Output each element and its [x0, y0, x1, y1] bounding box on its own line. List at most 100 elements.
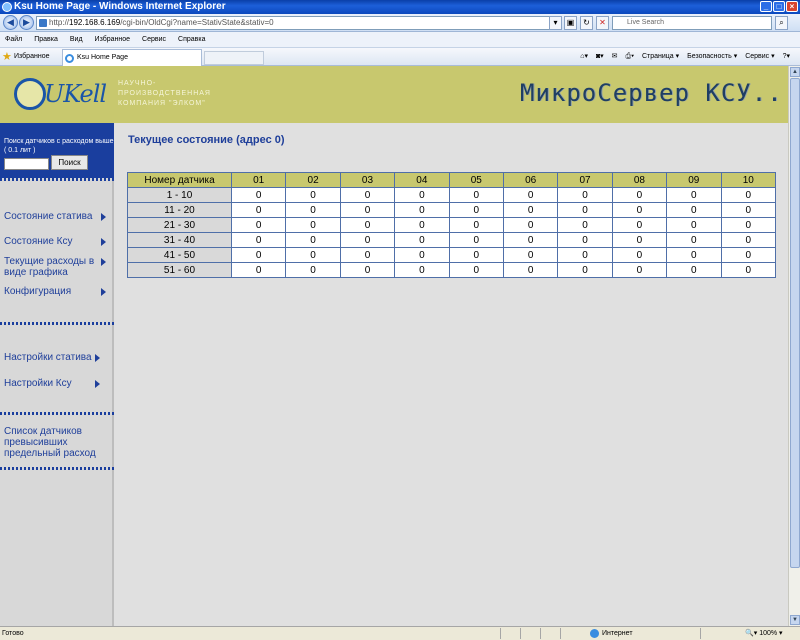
- table-cell: 0: [448, 262, 504, 278]
- row-header: 51 - 60: [127, 262, 232, 278]
- sidebar-item-configuration[interactable]: Конфигурация: [4, 286, 110, 297]
- table-cell: 0: [448, 217, 504, 233]
- table-cell: 0: [557, 232, 613, 248]
- stop-icon[interactable]: ✕: [596, 16, 609, 30]
- company-line: компания "элком": [118, 100, 206, 107]
- compat-view-icon[interactable]: ▣: [564, 16, 577, 30]
- divider: [500, 628, 501, 639]
- divider: [0, 322, 114, 325]
- table-cell: 0: [285, 247, 341, 263]
- table-cell: 0: [285, 187, 341, 203]
- sidebar-item-ksu-settings[interactable]: Настройки Ксу: [4, 378, 110, 389]
- table-row: 11 - 20 0 0 0 0 0 0 0 0 0 0: [127, 202, 777, 218]
- divider: [560, 628, 561, 639]
- home-icon[interactable]: ⌂▾: [580, 53, 588, 60]
- table-row: 21 - 30 0 0 0 0 0 0 0 0 0 0: [127, 217, 777, 233]
- divider: [0, 178, 114, 181]
- live-search-input[interactable]: Live Search: [612, 16, 772, 30]
- menu-edit[interactable]: Правка: [34, 36, 58, 43]
- sidebar-item-flow-graph[interactable]: Текущие расходы в виде графика: [4, 256, 106, 278]
- favorites-button[interactable]: ★ Избранное: [2, 51, 49, 63]
- zoom-level[interactable]: 🔍▾ 100% ▾: [745, 627, 783, 640]
- table-cell: 0: [339, 187, 396, 203]
- table-cell: 0: [448, 187, 504, 203]
- web-page: UKell научно- производственная компания …: [0, 66, 788, 626]
- minimize-button[interactable]: _: [760, 1, 772, 12]
- table-cell: 0: [720, 262, 777, 278]
- command-page[interactable]: Страница ▾: [642, 53, 679, 60]
- tab-ksu-home-page[interactable]: Ksu Home Page: [62, 49, 202, 66]
- new-tab-button[interactable]: [204, 51, 264, 65]
- divider: [520, 628, 521, 639]
- sidebar-item-stativ-state[interactable]: Состояние статива: [4, 211, 110, 222]
- feeds-icon[interactable]: ◙▾: [596, 53, 604, 60]
- sidebar-item-label: Текущие расходы в виде графика: [4, 256, 95, 278]
- divider: [0, 467, 114, 470]
- chevron-right-icon: [101, 213, 106, 221]
- menu-file[interactable]: Файл: [5, 36, 22, 43]
- column-header: 06: [502, 172, 559, 188]
- menu-help[interactable]: Справка: [178, 36, 205, 43]
- table-cell: 0: [394, 187, 450, 203]
- scroll-down-icon[interactable]: ▼: [790, 615, 800, 625]
- table-cell: 0: [285, 202, 341, 218]
- vertical-scrollbar[interactable]: ▲ ▼: [788, 66, 800, 626]
- table-cell: 0: [502, 232, 559, 248]
- table-cell: 0: [394, 262, 450, 278]
- maximize-button[interactable]: □: [773, 1, 785, 12]
- forward-button[interactable]: ▶: [19, 15, 34, 30]
- scroll-up-icon[interactable]: ▲: [790, 67, 800, 77]
- window-title-bar: Ksu Home Page - Windows Internet Explore…: [0, 0, 800, 14]
- sidebar-item-stativ-settings[interactable]: Настройки статива: [4, 352, 110, 363]
- sidebar-item-exceeded-sensors[interactable]: Список датчиков превысивших предельный р…: [4, 426, 99, 459]
- sidebar-item-ksu-state[interactable]: Состояние Ксу: [4, 236, 110, 247]
- security-zone[interactable]: Интернет: [590, 627, 633, 640]
- back-button[interactable]: ◀: [3, 15, 18, 30]
- column-header: 09: [666, 172, 722, 188]
- search-button[interactable]: Поиск: [51, 155, 88, 170]
- company-logo[interactable]: UKell: [14, 78, 110, 112]
- table-cell: 0: [611, 262, 668, 278]
- table-cell: 0: [285, 217, 341, 233]
- sidebar-item-label: Конфигурация: [4, 286, 72, 297]
- company-line: производственная: [118, 90, 211, 97]
- table-cell: 0: [339, 262, 396, 278]
- table-cell: 0: [666, 187, 722, 203]
- url-dropdown-icon[interactable]: ▾: [549, 16, 562, 30]
- menu-tools[interactable]: Сервис: [142, 36, 166, 43]
- table-cell: 0: [720, 232, 777, 248]
- table-cell: 0: [502, 217, 559, 233]
- table-cell: 0: [230, 217, 287, 233]
- table-cell: 0: [285, 232, 341, 248]
- close-window-button[interactable]: ×: [786, 1, 798, 12]
- command-tools[interactable]: Сервис ▾: [745, 53, 774, 60]
- table-cell: 0: [230, 187, 287, 203]
- table-cell: 0: [339, 232, 396, 248]
- table-cell: 0: [666, 202, 722, 218]
- sensor-search-input[interactable]: [4, 158, 49, 170]
- sensor-search-panel: Поиск датчиков с расходом выше ( 0.1 лит…: [0, 123, 114, 178]
- table-cell: 0: [557, 202, 613, 218]
- sidebar-item-label: Состояние статива: [4, 211, 93, 222]
- print-icon[interactable]: ⎙▾: [625, 53, 634, 60]
- table-cell: 0: [611, 202, 668, 218]
- table-cell: 0: [448, 202, 504, 218]
- table-cell: 0: [394, 247, 450, 263]
- url-input[interactable]: http://192.168.6.169/cgi-bin/OldCgi?name…: [36, 16, 558, 30]
- company-name: научно- производственная компания "элком…: [118, 79, 211, 109]
- sidebar: Поиск датчиков с расходом выше ( 0.1 лит…: [0, 123, 114, 626]
- search-icon[interactable]: ⌕: [775, 16, 788, 30]
- logo-text: UKell: [44, 80, 107, 108]
- refresh-icon[interactable]: ↻: [580, 16, 593, 30]
- table-cell: 0: [720, 202, 777, 218]
- scroll-thumb[interactable]: [790, 78, 800, 568]
- table-cell: 0: [557, 187, 613, 203]
- table-cell: 0: [448, 232, 504, 248]
- help-icon[interactable]: ?▾: [783, 53, 790, 60]
- command-safety[interactable]: Безопасность ▾: [687, 53, 737, 60]
- menu-view[interactable]: Вид: [70, 36, 83, 43]
- menu-favorites[interactable]: Избранное: [95, 36, 130, 43]
- mail-icon[interactable]: ✉: [612, 53, 618, 60]
- divider: [0, 412, 114, 415]
- column-header: 08: [611, 172, 668, 188]
